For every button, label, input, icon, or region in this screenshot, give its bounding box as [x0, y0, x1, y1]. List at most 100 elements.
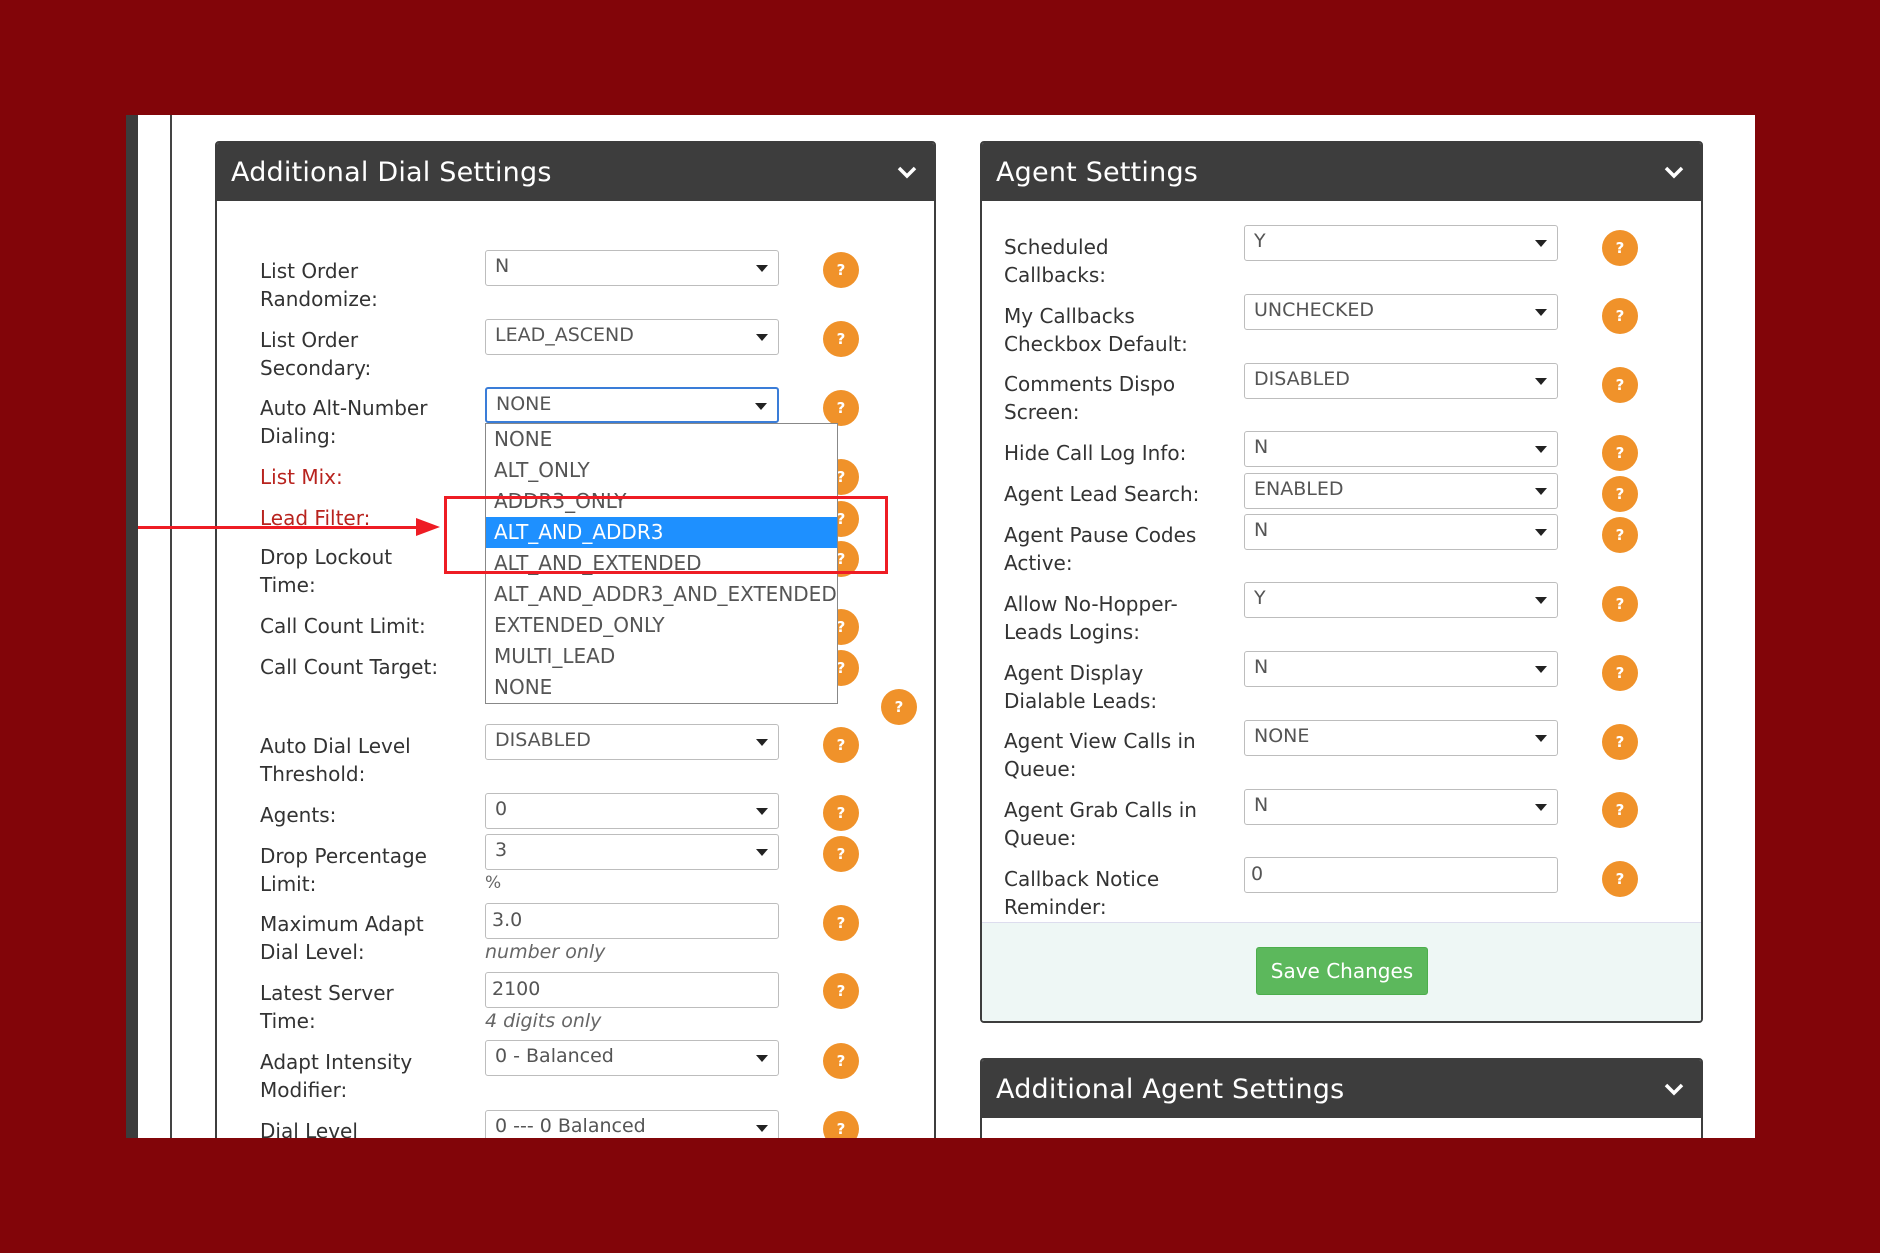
- caret-down-icon: [1535, 529, 1547, 536]
- help-icon[interactable]: ?: [1602, 298, 1638, 334]
- scheduled-callbacks-label: Scheduled Callbacks:: [1004, 235, 1109, 287]
- annotation-arrow-icon: [416, 518, 440, 536]
- agent-pause-codes-active-label: Agent Pause Codes Active:: [1004, 523, 1197, 575]
- agent-lead-search-select[interactable]: ENABLED: [1244, 473, 1558, 509]
- chevron-down-icon[interactable]: [894, 159, 920, 185]
- chevron-down-icon[interactable]: [1661, 159, 1687, 185]
- highlight-annotation-box: [444, 496, 888, 574]
- allow-no-hopper-leads-logins-label: Allow No-Hopper- Leads Logins:: [1004, 592, 1178, 644]
- drop-percentage-limit-label: Drop Percentage Limit:: [260, 844, 427, 896]
- auto-alt-number-dialing-label: Auto Alt-Number Dialing:: [260, 396, 428, 448]
- help-icon[interactable]: ?: [1602, 517, 1638, 553]
- help-icon[interactable]: ?: [823, 795, 859, 831]
- caret-down-icon: [1535, 446, 1547, 453]
- help-icon[interactable]: ?: [1602, 861, 1638, 897]
- caret-down-icon: [1535, 666, 1547, 673]
- latest-server-time-input[interactable]: 2100: [485, 972, 779, 1008]
- agent-view-calls-in-queue-select[interactable]: NONE: [1244, 720, 1558, 756]
- panel-title: Additional Dial Settings: [231, 156, 552, 188]
- caret-down-icon: [756, 849, 768, 856]
- callback-notice-reminder-input[interactable]: 0: [1244, 857, 1558, 893]
- caret-down-icon: [756, 808, 768, 815]
- help-icon[interactable]: ?: [823, 321, 859, 357]
- hide-call-log-info-label: Hide Call Log Info:: [1004, 441, 1187, 465]
- left-divider: [170, 115, 172, 1138]
- adapt-intensity-modifier-select[interactable]: 0 - Balanced: [485, 1040, 779, 1076]
- help-icon[interactable]: ?: [823, 905, 859, 941]
- caret-down-icon: [1535, 597, 1547, 604]
- allow-no-hopper-leads-logins-select[interactable]: Y: [1244, 582, 1558, 618]
- panel-header[interactable]: Additional Dial Settings: [217, 143, 934, 201]
- auto-alt-number-dialing-select[interactable]: NONE: [485, 387, 779, 423]
- my-callbacks-checkbox-default-select[interactable]: UNCHECKED: [1244, 294, 1558, 330]
- comments-dispo-screen-select[interactable]: DISABLED: [1244, 363, 1558, 399]
- help-icon[interactable]: ?: [823, 727, 859, 763]
- call-count-target-label: Call Count Target:: [260, 655, 439, 679]
- latest-server-time-label: Latest Server Time:: [260, 981, 394, 1033]
- additional-agent-settings-panel: Additional Agent Settings: [980, 1058, 1703, 1138]
- agent-grab-calls-in-queue-select[interactable]: N: [1244, 789, 1558, 825]
- help-icon[interactable]: ?: [823, 252, 859, 288]
- help-icon[interactable]: ?: [1602, 586, 1638, 622]
- caret-down-icon: [756, 334, 768, 341]
- list-mix-link[interactable]: List Mix:: [260, 463, 343, 491]
- hide-call-log-info-select[interactable]: N: [1244, 431, 1558, 467]
- help-icon[interactable]: ?: [823, 1111, 859, 1138]
- dropdown-option[interactable]: MULTI_LEAD: [486, 641, 837, 672]
- caret-down-icon: [1535, 488, 1547, 495]
- help-icon[interactable]: ?: [881, 689, 917, 725]
- auto-dial-level-threshold-label: Auto Dial Level Threshold:: [260, 734, 411, 786]
- dropdown-option[interactable]: NONE: [486, 424, 837, 455]
- drop-percentage-limit-select[interactable]: 3: [485, 834, 779, 870]
- maximum-adapt-dial-level-label: Maximum Adapt Dial Level:: [260, 912, 424, 964]
- list-order-secondary-select[interactable]: LEAD_ASCEND: [485, 319, 779, 355]
- help-icon[interactable]: ?: [823, 836, 859, 872]
- additional-dial-settings-panel: Additional Dial Settings List Order Rando…: [215, 141, 936, 1138]
- maximum-adapt-dial-level-input[interactable]: 3.0: [485, 903, 779, 939]
- agent-display-dialable-leads-label: Agent Display Dialable Leads:: [1004, 661, 1158, 713]
- help-icon[interactable]: ?: [1602, 655, 1638, 691]
- callback-notice-reminder-label: Callback Notice Reminder:: [1004, 867, 1160, 919]
- comments-dispo-screen-label: Comments Dispo Screen:: [1004, 372, 1176, 424]
- help-icon[interactable]: ?: [1602, 230, 1638, 266]
- panel-title: Agent Settings: [996, 156, 1199, 188]
- panel-header[interactable]: Additional Agent Settings: [982, 1060, 1701, 1118]
- scheduled-callbacks-select[interactable]: Y: [1244, 225, 1558, 261]
- list-order-randomize-select[interactable]: N: [485, 250, 779, 286]
- list-order-randomize-label: List Order Randomize:: [260, 259, 378, 311]
- dial-level-select[interactable]: 0 --- 0 Balanced: [485, 1110, 779, 1138]
- help-icon[interactable]: ?: [1602, 367, 1638, 403]
- caret-down-icon: [1535, 240, 1547, 247]
- agent-settings-panel: Agent Settings Scheduled Callbacks: Y ? M…: [980, 141, 1703, 1023]
- dropdown-option[interactable]: EXTENDED_ONLY: [486, 610, 837, 641]
- agent-lead-search-label: Agent Lead Search:: [1004, 482, 1200, 506]
- help-icon[interactable]: ?: [1602, 792, 1638, 828]
- agent-pause-codes-active-select[interactable]: N: [1244, 514, 1558, 550]
- caret-down-icon: [1535, 735, 1547, 742]
- digits-only-hint: 4 digits only: [485, 1010, 602, 1032]
- agent-display-dialable-leads-select[interactable]: N: [1244, 651, 1558, 687]
- caret-down-icon: [756, 1125, 768, 1132]
- help-icon[interactable]: ?: [1602, 435, 1638, 471]
- call-count-limit-label: Call Count Limit:: [260, 614, 426, 638]
- caret-down-icon: [756, 1055, 768, 1062]
- number-only-hint: number only: [485, 941, 606, 963]
- help-icon[interactable]: ?: [1602, 724, 1638, 760]
- help-icon[interactable]: ?: [823, 973, 859, 1009]
- annotation-arrow-line: [138, 526, 420, 529]
- help-icon[interactable]: ?: [823, 390, 859, 426]
- dropdown-option[interactable]: NONE: [486, 672, 837, 703]
- chevron-down-icon[interactable]: [1661, 1076, 1687, 1102]
- caret-down-icon: [756, 739, 768, 746]
- list-order-secondary-label: List Order Secondary:: [260, 328, 372, 380]
- save-changes-button[interactable]: Save Changes: [1256, 947, 1428, 995]
- dropdown-option[interactable]: ALT_ONLY: [486, 455, 837, 486]
- panel-header[interactable]: Agent Settings: [982, 143, 1701, 201]
- auto-dial-level-threshold-select[interactable]: DISABLED: [485, 724, 779, 760]
- agents-label: Agents:: [260, 803, 337, 827]
- help-icon[interactable]: ?: [1602, 476, 1638, 512]
- agents-select[interactable]: 0: [485, 793, 779, 829]
- caret-down-icon: [755, 403, 767, 410]
- help-icon[interactable]: ?: [823, 1043, 859, 1079]
- dropdown-option[interactable]: ALT_AND_ADDR3_AND_EXTENDED: [486, 579, 837, 610]
